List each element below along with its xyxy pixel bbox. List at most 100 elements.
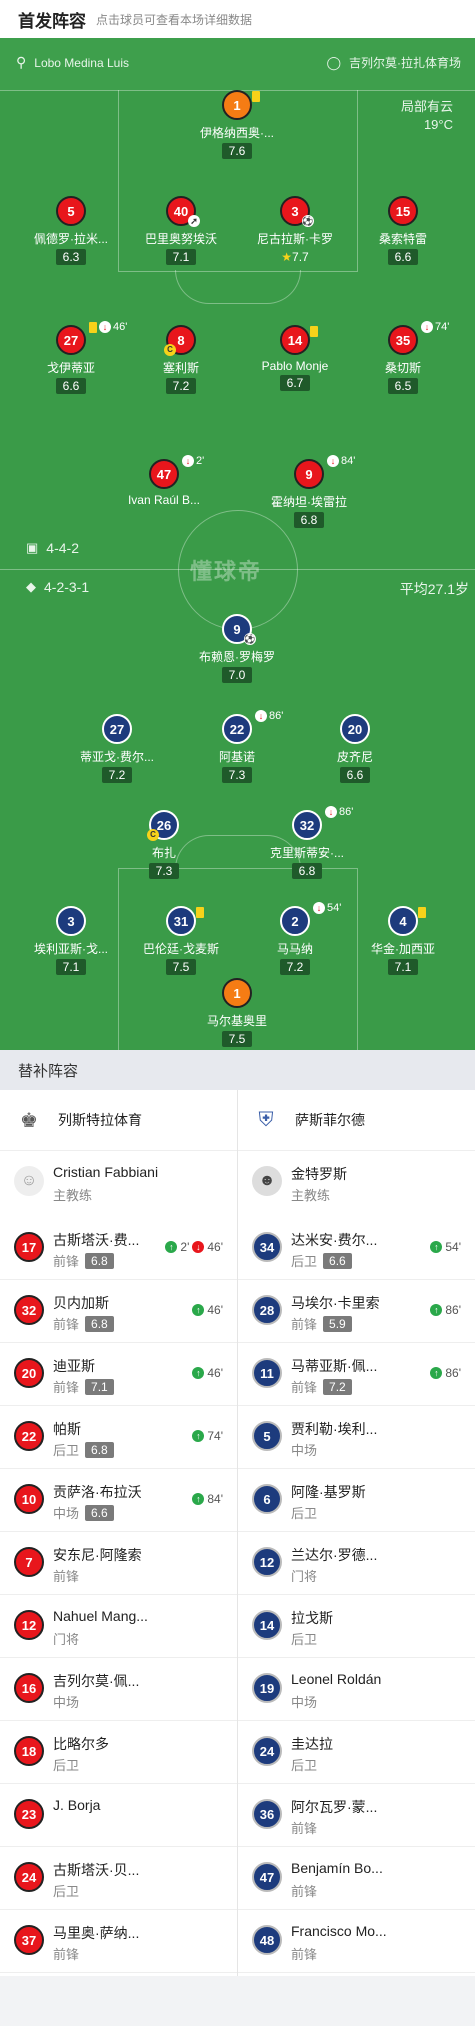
player-number: 20 xyxy=(14,1358,44,1388)
player-name: 帕斯 xyxy=(53,1421,81,1437)
home-sub-player[interactable]: 20 迪亚斯 前锋 7.1 ↑ 46' xyxy=(0,1342,237,1405)
home-sub-player[interactable]: 23 J. Borja xyxy=(0,1783,237,1846)
away-player-2[interactable]: 2 ↓ 54' 马马纳 7.2 xyxy=(235,902,355,976)
home-team-row[interactable]: ♚ 列斯特拉体育 xyxy=(14,1090,142,1150)
away-player-9[interactable]: 9 ⚽ 布赖恩·罗梅罗 7.0 xyxy=(177,614,297,684)
player-name: 霍纳坦·埃雷拉 xyxy=(271,495,347,509)
player-position-row: 前锋 xyxy=(53,1944,79,1963)
away-sub-player[interactable]: 6 阿隆·基罗斯 后卫 xyxy=(238,1468,475,1531)
home-coach[interactable]: ☺ Cristian Fabbiani 主教练 xyxy=(0,1150,237,1216)
player-number: 32 xyxy=(14,1295,44,1325)
home-player-15[interactable]: 15 桑索特雷 6.6 xyxy=(343,196,463,266)
home-player-40[interactable]: 40 ➚ 巴里奥努埃沃 7.1 xyxy=(121,196,241,266)
away-player-27[interactable]: 27 蒂亚戈·费尔... 7.2 xyxy=(57,714,177,784)
away-sub-player[interactable]: 47 Benjamín Bo... 前锋 xyxy=(238,1846,475,1909)
player-position-row: 中场 6.6 xyxy=(53,1503,114,1522)
away-sub-player[interactable]: 12 兰达尔·罗德... 门将 xyxy=(238,1531,475,1594)
away-sub-player[interactable]: 28 马埃尔·卡里索 前锋 5.9 ↑ 86' xyxy=(238,1279,475,1342)
home-sub-player[interactable]: 24 古斯塔沃·贝... 后卫 xyxy=(0,1846,237,1909)
away-player-4[interactable]: 4 华金·加西亚 7.1 xyxy=(343,906,463,976)
player-number: 10 xyxy=(14,1484,44,1514)
home-sub-player[interactable]: 12 Nahuel Mang... 门将 xyxy=(0,1594,237,1657)
player-position-row: 后卫 xyxy=(53,1755,79,1774)
home-player-27[interactable]: 27 ↓ 46' 戈伊蒂亚 6.6 xyxy=(11,321,131,395)
sub-in-icon: ↑ xyxy=(192,1430,205,1442)
player-number: 47 xyxy=(149,459,179,489)
player-name: 佩德罗·拉米... xyxy=(34,232,108,246)
player-position-row: 前锋 7.1 xyxy=(53,1377,114,1396)
away-sub-player[interactable]: 36 阿尔瓦罗·蒙... 前锋 xyxy=(238,1783,475,1846)
home-sub-player[interactable]: 17 古斯塔沃·费... 前锋 6.8 ↑ 2' ↓ 46' xyxy=(0,1216,237,1279)
sub-in-time: 74' xyxy=(207,1429,223,1443)
away-team-row[interactable]: ⛨ 萨斯菲尔德 xyxy=(251,1090,366,1150)
home-sub-player[interactable]: 10 贡萨洛·布拉沃 中场 6.6 ↑ 84' xyxy=(0,1468,237,1531)
player-number: 40 ➚ xyxy=(166,196,200,227)
home-player-35[interactable]: 35 ↓ 74' 桑切斯 6.5 xyxy=(343,321,463,395)
player-name: 贝内加斯 xyxy=(53,1295,109,1311)
sub-out-icon: ↓ xyxy=(192,1241,205,1253)
home-player-47[interactable]: 47 ↓ 2' Ivan Raúl B... xyxy=(104,455,224,507)
away-player-22[interactable]: 22 ↓ 86' 阿基诺 7.3 xyxy=(177,710,297,784)
player-position-row: 前锋 xyxy=(291,1944,317,1963)
player-number: 32 xyxy=(292,810,322,840)
player-name: 马蒂亚斯·佩... xyxy=(291,1358,378,1374)
player-name: 马里奥·萨纳... xyxy=(53,1925,140,1941)
sub-out-time: 46' xyxy=(207,1240,223,1254)
home-formation-label: 4-4-2 xyxy=(46,540,79,556)
player-name: 贾利勒·埃利... xyxy=(291,1421,378,1437)
away-player-31[interactable]: 31 巴伦廷·戈麦斯 7.5 xyxy=(121,906,241,976)
player-number: 1 xyxy=(222,90,260,120)
away-team-icon: ◆ xyxy=(26,579,36,594)
away-player-1[interactable]: 1 马尔基奥里 7.5 xyxy=(177,978,297,1048)
sub-in-icon: ↑ xyxy=(165,1241,178,1253)
away-player-26[interactable]: 26 C 布扎 7.3 xyxy=(104,810,224,880)
away-coach[interactable]: ☻ 金特罗斯 主教练 xyxy=(238,1150,475,1216)
away-player-3[interactable]: 3 埃利亚斯·戈... 7.1 xyxy=(11,906,131,976)
home-player-1[interactable]: 1 伊格纳西奥·... 7.6 xyxy=(177,90,297,160)
home-sub-player[interactable]: 18 比略尔多 后卫 xyxy=(0,1720,237,1783)
away-sub-player[interactable]: 24 圭达拉 后卫 xyxy=(238,1720,475,1783)
player-rating: 7.1 xyxy=(165,249,197,265)
player-name: 贡萨洛·布拉沃 xyxy=(53,1484,142,1500)
player-position-row: 前锋 xyxy=(291,1818,317,1837)
home-player-9[interactable]: 9 ↓ 84' 霍纳坦·埃雷拉 6.8 xyxy=(249,455,369,529)
away-player-20[interactable]: 20 皮齐尼 6.6 xyxy=(295,714,415,784)
home-sub-player[interactable]: 7 安东尼·阿隆索 前锋 xyxy=(0,1531,237,1594)
player-number: 37 xyxy=(14,1925,44,1955)
sub-event: ↑ 2' ↓ 46' xyxy=(165,1240,223,1254)
away-sub-player[interactable]: 34 达米安·费尔... 后卫 6.6 ↑ 54' xyxy=(238,1216,475,1279)
player-position: 后卫 xyxy=(291,1758,318,1773)
player-name: Benjamín Bo... xyxy=(291,1860,383,1876)
home-sub-player[interactable]: 16 吉列尔莫·佩... 中场 xyxy=(0,1657,237,1720)
player-number: 23 xyxy=(14,1799,44,1829)
player-rating: 6.6 xyxy=(55,378,87,394)
home-player-14[interactable]: 14 Pablo Monje 6.7 xyxy=(235,325,355,392)
player-number: 24 xyxy=(14,1862,44,1892)
home-player-3[interactable]: 3 ⚽ 尼古拉斯·卡罗 ★7.7 xyxy=(235,196,355,266)
away-sub-player[interactable]: 19 Leonel Roldán 中场 xyxy=(238,1657,475,1720)
home-player-5[interactable]: 5 佩德罗·拉米... 6.3 xyxy=(11,196,131,266)
home-sub-player[interactable]: 37 马里奥·萨纳... 前锋 xyxy=(0,1909,237,1972)
player-number: 22 xyxy=(14,1421,44,1451)
player-position: 前锋 xyxy=(53,1569,80,1584)
away-sub-player[interactable]: 14 拉戈斯 后卫 xyxy=(238,1594,475,1657)
player-name: 埃利亚斯·戈... xyxy=(34,942,108,956)
player-event: ↓ 86' xyxy=(325,806,353,818)
player-name: 吉列尔莫·佩... xyxy=(53,1673,140,1689)
home-sub-player[interactable]: 22 帕斯 后卫 6.8 ↑ 74' xyxy=(0,1405,237,1468)
coach-avatar-icon: ☺ xyxy=(14,1166,44,1196)
player-name: 尼古拉斯·卡罗 xyxy=(257,232,333,246)
home-sub-player[interactable]: 32 贝内加斯 前锋 6.8 ↑ 46' xyxy=(0,1279,237,1342)
yellow-card-icon xyxy=(418,907,426,918)
sub-in-icon: ↑ xyxy=(192,1367,205,1379)
player-number: 15 xyxy=(388,196,418,226)
away-player-32[interactable]: 32 ↓ 86' 克里斯蒂安·... 6.8 xyxy=(247,806,367,880)
away-sub-player[interactable]: 5 贾利勒·埃利... 中场 xyxy=(238,1405,475,1468)
away-sub-player[interactable]: 48 Francisco Mo... 前锋 xyxy=(238,1909,475,1972)
player-rating: 7.2 xyxy=(323,1378,352,1395)
player-position-row: 后卫 xyxy=(291,1503,317,1522)
coach-name: 金特罗斯 xyxy=(291,1166,347,1182)
player-position-row: 中场 xyxy=(291,1440,317,1459)
home-player-8[interactable]: 8C 塞利斯 7.2 xyxy=(121,325,241,395)
away-sub-player[interactable]: 11 马蒂亚斯·佩... 前锋 7.2 ↑ 86' xyxy=(238,1342,475,1405)
